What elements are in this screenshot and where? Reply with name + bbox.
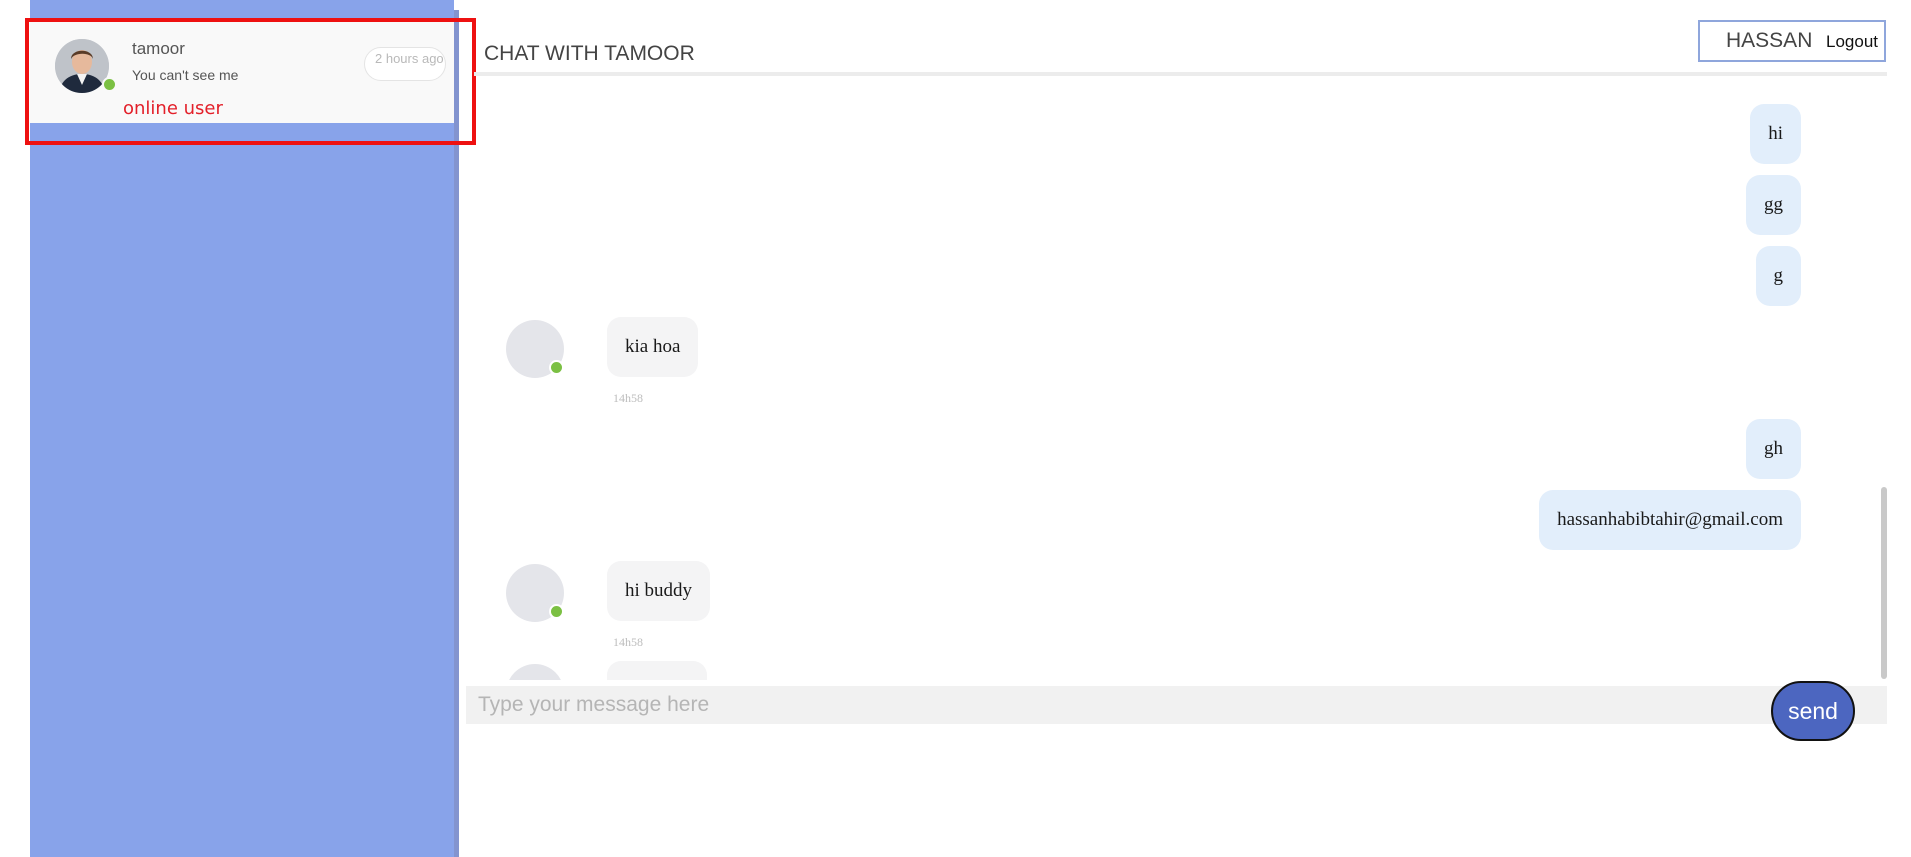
send-button[interactable]: send — [1771, 681, 1855, 741]
sender-avatar — [506, 664, 564, 680]
highlight-annotation-box — [25, 18, 476, 145]
current-user-name: HASSAN — [1726, 29, 1813, 52]
message-composer — [466, 686, 1887, 724]
incoming-message-bubble: kia hoa — [607, 317, 699, 377]
user-panel: HASSAN Logout — [1698, 20, 1886, 62]
message-list-scrollbar[interactable] — [1881, 487, 1887, 679]
message-list[interactable]: hi gg g kia hoa 14h58 gh hassanhabibtahi… — [460, 80, 1887, 680]
incoming-message-bubble — [607, 661, 707, 680]
outgoing-message-bubble: g — [1755, 246, 1801, 306]
message-input[interactable] — [466, 686, 1766, 724]
outgoing-message-bubble: gg — [1746, 175, 1801, 235]
online-status-dot — [549, 360, 564, 375]
logout-button[interactable]: Logout — [1826, 32, 1878, 52]
header-divider — [474, 72, 1887, 76]
chat-title: CHAT WITH TAMOOR — [484, 42, 695, 65]
online-status-dot — [549, 604, 564, 619]
outgoing-message-bubble: gh — [1746, 419, 1801, 479]
message-timestamp: 14h58 — [613, 635, 643, 649]
outgoing-message-bubble: hi — [1750, 104, 1801, 164]
message-timestamp: 14h58 — [613, 391, 643, 405]
outgoing-message-bubble: hassanhabibtahir@gmail.com — [1539, 490, 1801, 550]
incoming-message-bubble: hi buddy — [607, 561, 711, 621]
